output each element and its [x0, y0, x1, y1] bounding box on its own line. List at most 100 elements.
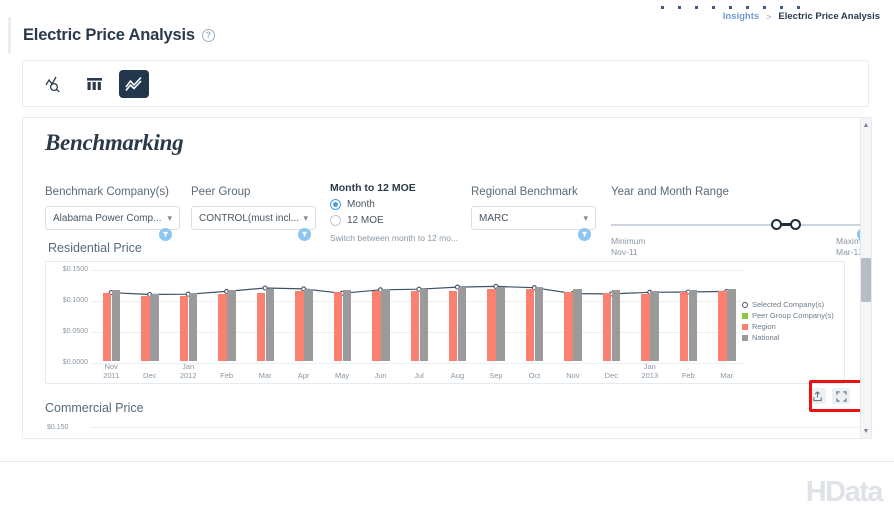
range-slider-handle-max[interactable] [790, 219, 801, 230]
controls-row: Benchmark Company(s) Alabama Power Comp.… [23, 182, 868, 257]
peer-group-filter-funnel-icon[interactable] [298, 228, 311, 241]
legend-item[interactable]: Peer Group Company(s) [742, 311, 838, 320]
x-axis-tick-label: Feb [220, 371, 234, 380]
legend-label: Selected Company(s) [752, 300, 825, 309]
regional-benchmark-filter-funnel-icon[interactable] [578, 228, 591, 241]
bar-region [602, 292, 612, 361]
legend-swatch [742, 334, 748, 341]
bar-national [496, 286, 505, 361]
bar-series-group [92, 270, 744, 361]
bar-region [141, 296, 150, 361]
scroll-up-arrow-icon[interactable]: ▲ [861, 119, 871, 131]
question-mark-icon[interactable]: ? [201, 28, 215, 42]
commercial-price-title: Commercial Price [45, 401, 144, 415]
decorative-dot [780, 6, 783, 9]
chart-legend: Selected Company(s) Peer Group Company(s)… [742, 300, 838, 344]
radio-option-month[interactable]: Month [330, 199, 460, 210]
radio-option-12moe[interactable]: 12 MOE [330, 215, 460, 226]
peer-group-control: Peer Group CONTROL(must incl... ▾ [191, 186, 316, 230]
x-axis-tick-label: Sep [489, 371, 503, 380]
legend-label: Region [752, 322, 776, 331]
year-month-range-label: Year and Month Range [611, 186, 729, 198]
panel-title: Benchmarking [45, 130, 184, 155]
peer-group-select[interactable]: CONTROL(must incl... ▾ [191, 206, 316, 230]
line-chart-icon[interactable] [119, 69, 149, 98]
benchmark-company-select[interactable]: Alabama Power Comp... ▾ [45, 206, 180, 230]
bar-region [179, 295, 189, 361]
x-axis-tick-label: Oct [528, 371, 541, 380]
bar-region [102, 292, 112, 361]
x-axis-tick-label: Aug [450, 371, 465, 380]
bar-region [525, 289, 535, 361]
bar-national [457, 287, 467, 361]
bar-national [573, 289, 582, 361]
bar-region [448, 290, 458, 361]
table-view-icon[interactable] [79, 70, 109, 98]
regional-benchmark-label: Regional Benchmark [471, 186, 578, 198]
bar-national [265, 288, 275, 361]
range-minimum: Minimum Nov-11 [611, 236, 645, 258]
bar-national [150, 293, 159, 361]
legend-item[interactable]: National [742, 333, 838, 342]
bar-national [650, 290, 659, 361]
view-toolbar [22, 60, 869, 107]
bar-region [641, 293, 650, 361]
x-axis-tick-label: Jul [414, 371, 424, 380]
scroll-down-arrow-icon[interactable]: ▼ [861, 425, 871, 437]
x-axis-tick-label: Nov 2011 [103, 362, 120, 380]
benchmark-company-control: Benchmark Company(s) Alabama Power Comp.… [45, 186, 180, 230]
residential-price-chart: Residential Price $0.1500 $0.1000 $0.0500 $… [45, 241, 845, 384]
bar-national [188, 293, 198, 361]
y-axis-tick-label: $0.0000 [62, 359, 88, 366]
legend-label: National [752, 333, 780, 342]
footer-divider [0, 461, 894, 462]
bar-national [304, 289, 313, 361]
decorative-dot [712, 6, 715, 9]
decorative-dot [678, 6, 681, 9]
bar-national [611, 289, 621, 361]
page-title: Electric Price Analysis [23, 25, 195, 44]
range-slider-handle-min[interactable] [771, 219, 782, 230]
bar-national [688, 289, 698, 361]
export-icon[interactable] [808, 388, 826, 404]
scrollbar-thumb[interactable] [861, 258, 871, 302]
regional-benchmark-value: MARC [479, 212, 509, 224]
y-axis-tick-label: $0.1000 [62, 297, 88, 304]
decorative-dot [797, 6, 800, 9]
breadcrumb: Insights > Electric Price Analysis [723, 11, 880, 22]
bar-region [295, 290, 304, 361]
bar-region [218, 294, 227, 361]
chevron-down-icon: ▾ [303, 212, 308, 223]
x-axis-tick-label: Dec [143, 371, 157, 380]
regional-benchmark-select[interactable]: MARC ▾ [471, 206, 596, 230]
bar-region [256, 293, 266, 361]
decorative-dot [746, 6, 749, 9]
bar-national [381, 289, 390, 361]
residential-plot-area: $0.1500 $0.1000 $0.0500 $0.0000 Nov 2011 Dec Ja… [46, 262, 844, 383]
analysis-explore-icon[interactable] [39, 70, 69, 98]
residential-chart-title: Residential Price [48, 241, 142, 255]
range-minimum-caption: Minimum [611, 236, 646, 246]
bar-national [534, 286, 544, 361]
x-axis-tick-label: Nov [566, 371, 580, 380]
legend-item[interactable]: Region [742, 322, 838, 331]
breadcrumb-insights-link[interactable]: Insights [723, 11, 759, 22]
legend-item[interactable]: Selected Company(s) [742, 300, 838, 309]
decorative-dot [763, 6, 766, 9]
hdata-watermark: HData [805, 476, 884, 508]
bar-region [564, 292, 573, 361]
fullscreen-icon[interactable] [832, 388, 850, 404]
year-month-range-control: Year and Month Range Minimum Nov-11 Maxi… [611, 186, 868, 257]
month-to-12moe-control: Month to 12 MOE Month 12 MOE Switch betw… [330, 182, 460, 243]
bar-region [410, 290, 419, 361]
x-axis-tick-label: Jun [374, 371, 387, 380]
legend-swatch [742, 312, 748, 319]
benchmark-company-filter-funnel-icon[interactable] [159, 228, 172, 241]
panel-scrollbar[interactable]: ▲ ▼ [860, 117, 872, 439]
x-axis-tick-label: Feb [681, 371, 695, 380]
benchmark-company-label: Benchmark Company(s) [45, 186, 169, 198]
bar-region [333, 291, 343, 361]
breadcrumb-separator-icon: > [766, 11, 772, 22]
y-axis-tick-label: $0.1500 [62, 266, 88, 273]
range-slider-track[interactable] [611, 224, 868, 226]
